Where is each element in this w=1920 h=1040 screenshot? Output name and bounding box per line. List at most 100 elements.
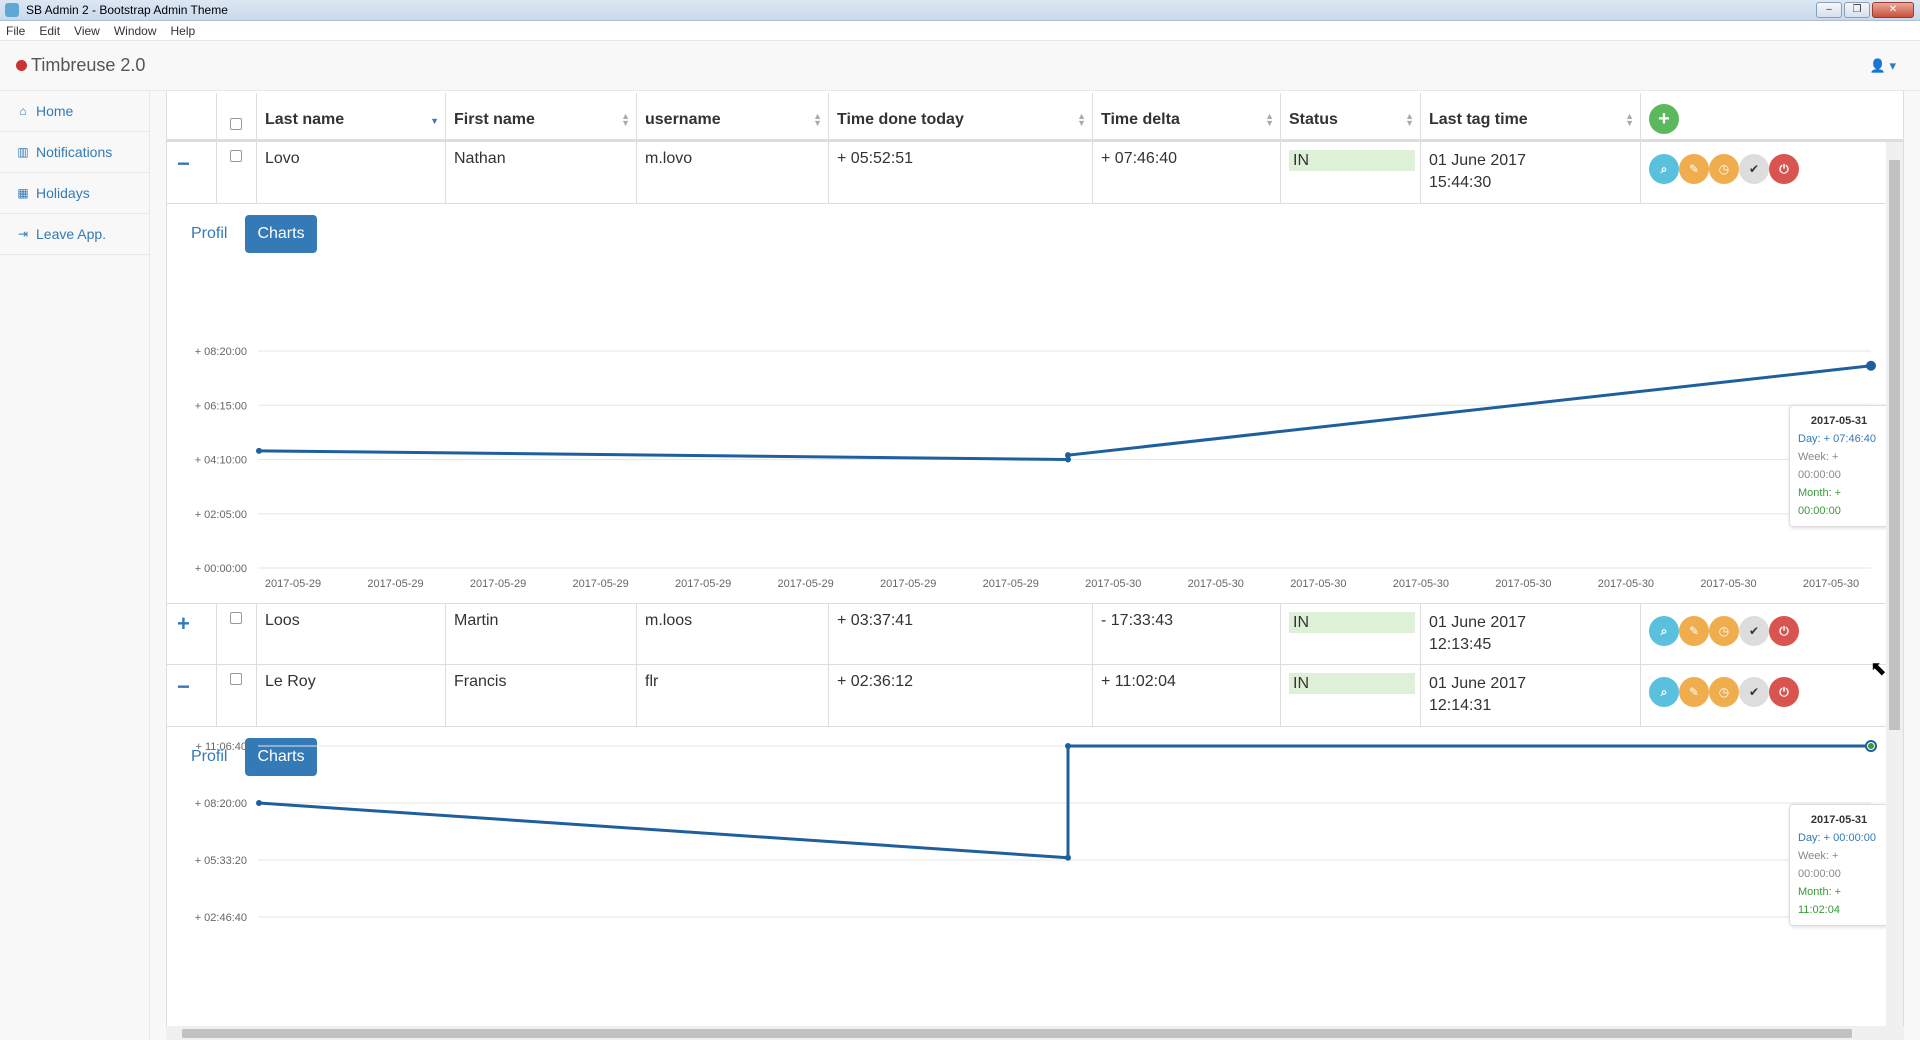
status-badge: IN — [1289, 673, 1415, 694]
close-button[interactable]: ✕ — [1872, 2, 1914, 18]
menu-help[interactable]: Help — [171, 24, 196, 38]
x-tick-label: 2017-05-30 — [1290, 578, 1346, 590]
user-icon: 👤 — [1869, 58, 1886, 73]
x-tick-label: 2017-05-30 — [1598, 578, 1654, 590]
edit-button[interactable]: ✎ — [1679, 154, 1709, 184]
table-row[interactable]: − Le Roy Francis flr + 02:36:12 + 11:02:… — [167, 665, 1903, 727]
power-button[interactable]: ⏻ — [1769, 616, 1799, 646]
time-delta-chart: + 11:06:40 + 08:20:00 + 05:33:20 + 02:46:40 — [195, 740, 1877, 924]
sort-icon: ▲ ▼ — [621, 111, 630, 128]
cell-time-delta: + 11:02:04 — [1093, 665, 1281, 726]
col-time-delta[interactable]: Time delta ▲ ▼ — [1093, 93, 1281, 141]
expand-row-icon[interactable]: + — [177, 613, 190, 635]
cell-tag-time: 12:14:31 — [1429, 697, 1492, 714]
select-all-checkbox[interactable] — [230, 118, 242, 130]
window-title: SB Admin 2 - Bootstrap Admin Theme — [26, 3, 228, 17]
cell-last-name: Le Roy — [257, 665, 446, 726]
table-row[interactable]: + Loos Martin m.loos + 03:37:41 - 17:33:… — [167, 603, 1903, 665]
cell-time-done: + 05:52:51 — [829, 142, 1093, 203]
x-tick-label: 2017-05-30 — [1803, 578, 1859, 590]
sort-icon: ▲ ▼ — [1077, 111, 1086, 128]
window-titlebar: SB Admin 2 - Bootstrap Admin Theme – ❐ ✕ — [0, 0, 1920, 21]
vertical-scrollbar[interactable] — [1886, 142, 1903, 1026]
validate-button[interactable]: ✔ — [1739, 616, 1769, 646]
horizontal-scrollbar[interactable] — [166, 1026, 1904, 1040]
cell-first-name: Francis — [446, 665, 637, 726]
tooltip-week: Week: + 00:00:00 — [1798, 451, 1841, 481]
horizontal-scroll-thumb[interactable] — [182, 1029, 1852, 1038]
col-first-name[interactable]: First name ▲ ▼ — [446, 93, 637, 141]
cell-last-name: Loos — [257, 604, 446, 664]
sort-icon: ▲ ▼ — [813, 111, 822, 128]
col-last-name[interactable]: Last name ▼ — [257, 93, 446, 141]
x-tick-label: 2017-05-29 — [470, 578, 526, 590]
edit-button[interactable]: ✎ — [1679, 677, 1709, 707]
sort-desc-icon: ▼ — [430, 116, 439, 126]
time-button[interactable]: ◷ — [1709, 154, 1739, 184]
chart-tooltip: 2017-05-31 Day: + 00:00:00 Week: + 00:00… — [1789, 804, 1889, 926]
view-button[interactable]: ⌕ — [1649, 154, 1679, 184]
status-badge: IN — [1289, 150, 1415, 171]
tooltip-month: Month: + 11:02:04 — [1798, 886, 1842, 916]
collapse-row-icon[interactable]: − — [177, 153, 190, 175]
table-row[interactable]: − Lovo Nathan m.lovo + 05:52:51 + 07:46:… — [167, 142, 1903, 204]
row-detail-lovo: Profil Charts + 00:00:00 + 02:05:00 + 04:1… — [167, 205, 1889, 600]
edit-button[interactable]: ✎ — [1679, 616, 1709, 646]
cell-username: flr — [637, 665, 829, 726]
view-button[interactable]: ⌕ — [1649, 616, 1679, 646]
sidebar-item-home[interactable]: ⌂ Home — [0, 91, 149, 132]
tooltip-day: Day: + 07:46:40 — [1798, 433, 1876, 445]
menu-file[interactable]: File — [6, 24, 25, 38]
sidebar-item-notifications[interactable]: ▥ Notifications — [0, 132, 149, 173]
row-checkbox[interactable] — [230, 673, 242, 685]
menu-view[interactable]: View — [74, 24, 100, 38]
sidebar-item-holidays[interactable]: ▦ Holidays — [0, 173, 149, 214]
cell-tag-time: 15:44:30 — [1429, 174, 1492, 191]
time-button[interactable]: ◷ — [1709, 677, 1739, 707]
vertical-scroll-thumb[interactable] — [1889, 160, 1900, 730]
x-tick-label: 2017-05-29 — [265, 578, 321, 590]
series-line — [258, 744, 1871, 860]
minimize-button[interactable]: – — [1816, 2, 1842, 18]
col-last-tag-time[interactable]: Last tag time ▲ ▼ — [1421, 93, 1641, 141]
x-tick-label: 2017-05-30 — [1188, 578, 1244, 590]
view-button[interactable]: ⌕ — [1649, 677, 1679, 707]
calendar-icon: ▦ — [17, 186, 29, 200]
home-icon: ⌂ — [19, 104, 27, 118]
power-button[interactable]: ⏻ — [1769, 677, 1799, 707]
y-tick-label: + 08:20:00 — [195, 798, 247, 810]
tooltip-title: 2017-05-31 — [1810, 415, 1868, 427]
col-time-done-today[interactable]: Time done today ▲ ▼ — [829, 93, 1093, 141]
add-user-button[interactable]: + — [1649, 104, 1679, 134]
table-header: Last name ▼ First name ▲ ▼ username ▲ ▼ Time … — [167, 93, 1903, 142]
brand[interactable]: Timbreuse 2.0 — [16, 55, 145, 76]
cell-time-done: + 02:36:12 — [829, 665, 1093, 726]
x-tick-label: 2017-05-29 — [367, 578, 423, 590]
power-button[interactable]: ⏻ — [1769, 154, 1799, 184]
x-tick-label: 2017-05-29 — [675, 578, 731, 590]
user-menu[interactable]: 👤 ▾ — [1870, 58, 1896, 74]
brand-label: Timbreuse 2.0 — [31, 55, 146, 75]
maximize-button[interactable]: ❐ — [1844, 2, 1870, 18]
app-icon — [5, 3, 19, 17]
menu-edit[interactable]: Edit — [39, 24, 60, 38]
row-checkbox[interactable] — [230, 150, 242, 162]
sidebar-item-label: Leave App. — [36, 226, 107, 242]
cell-time-done: + 03:37:41 — [829, 604, 1093, 664]
cell-first-name: Martin — [446, 604, 637, 664]
users-table: Last name ▼ First name ▲ ▼ username ▲ ▼ Time … — [166, 91, 1904, 1026]
col-status[interactable]: Status ▲ ▼ — [1281, 93, 1421, 141]
cell-tag-date: 01 June 2017 — [1429, 675, 1526, 692]
time-button[interactable]: ◷ — [1709, 616, 1739, 646]
y-tick-label: + 00:00:00 — [195, 563, 247, 575]
row-checkbox[interactable] — [230, 612, 242, 624]
col-username[interactable]: username ▲ ▼ — [637, 93, 829, 141]
sidebar-item-leave-app[interactable]: ⇥ Leave App. — [0, 214, 149, 255]
top-navbar: Timbreuse 2.0 👤 ▾ — [0, 41, 1920, 91]
data-point — [256, 447, 262, 454]
collapse-row-icon[interactable]: − — [177, 676, 190, 698]
validate-button[interactable]: ✔ — [1739, 677, 1769, 707]
cell-last-name: Lovo — [257, 142, 446, 203]
validate-button[interactable]: ✔ — [1739, 154, 1769, 184]
menu-window[interactable]: Window — [114, 24, 157, 38]
